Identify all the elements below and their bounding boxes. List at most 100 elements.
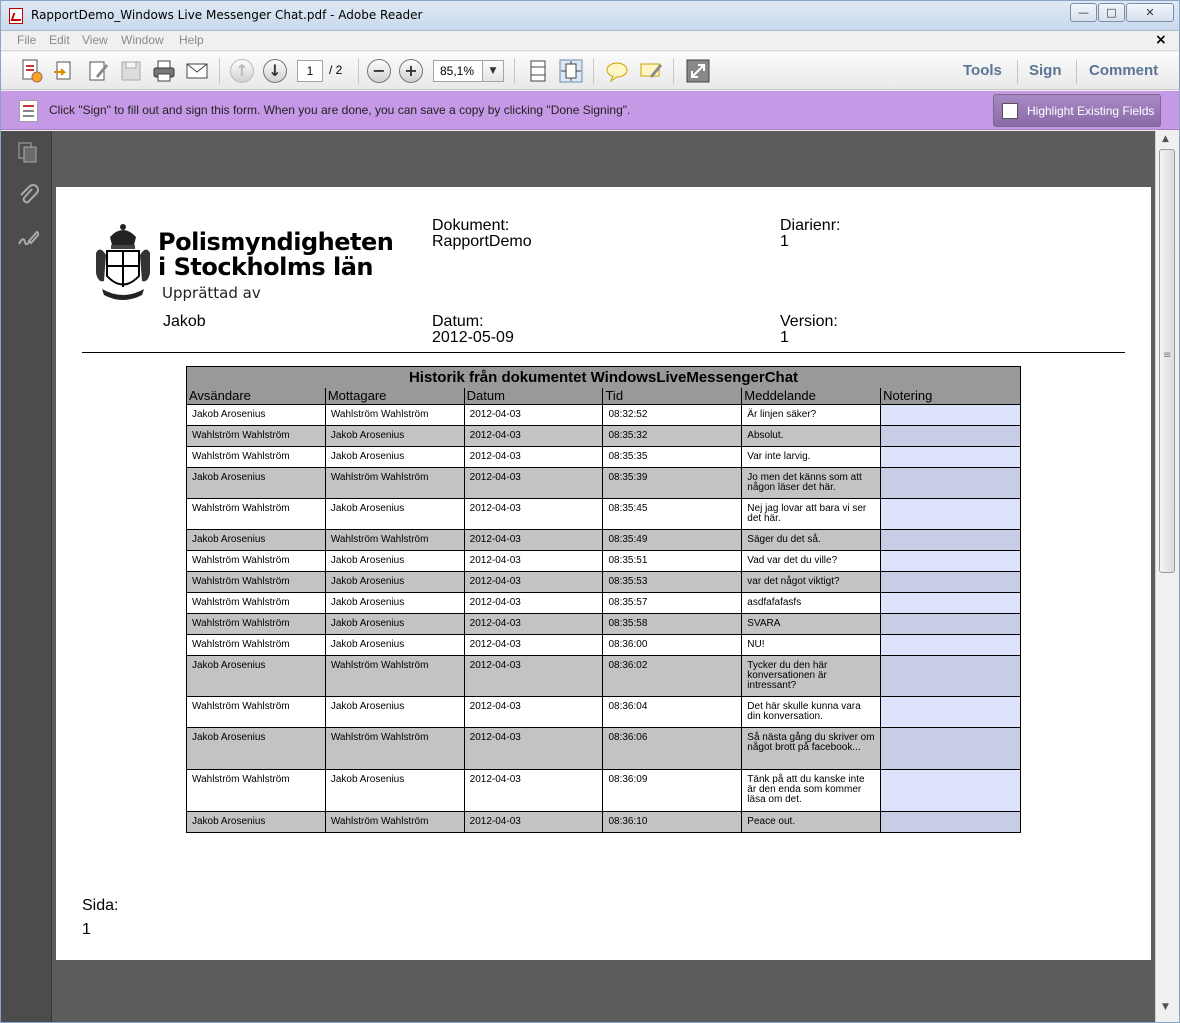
create-pdf-icon[interactable] (19, 58, 45, 84)
table-cell: Wahlström Wahlström (186, 498, 326, 530)
scroll-down-icon[interactable]: ▼ (1162, 1002, 1169, 1012)
table-cell: 08:35:49 (602, 529, 743, 551)
tools-tab[interactable]: Tools (963, 62, 1002, 79)
menu-view[interactable]: View (82, 33, 108, 47)
comment-tab[interactable]: Comment (1089, 62, 1158, 79)
note-field[interactable] (880, 425, 1021, 447)
signatures-icon[interactable] (17, 227, 39, 249)
note-field[interactable] (880, 467, 1021, 499)
table-cell: 2012-04-03 (463, 613, 604, 635)
note-field[interactable] (880, 529, 1021, 551)
table-cell: 2012-04-03 (463, 425, 604, 447)
zoom-level-input[interactable]: 85,1% (433, 60, 483, 82)
note-field[interactable] (880, 811, 1021, 833)
page-number-input[interactable]: 1 (297, 60, 323, 82)
table-cell: NU! (741, 634, 882, 656)
close-document-icon[interactable]: × (1155, 32, 1167, 48)
table-cell: Wahlström Wahlström (186, 550, 326, 572)
note-field[interactable] (880, 727, 1021, 770)
diarienr-label: Diarienr: (780, 217, 841, 234)
print-icon[interactable] (151, 58, 177, 84)
save-icon[interactable] (118, 58, 144, 84)
highlight-text-icon[interactable] (638, 58, 664, 84)
scroll-thumb[interactable] (1159, 149, 1175, 573)
open-file-icon[interactable] (52, 58, 78, 84)
table-cell: 08:35:39 (602, 467, 743, 499)
email-icon[interactable] (184, 58, 210, 84)
table-caption: Historik från dokumentet WindowsLiveMess… (186, 366, 1021, 388)
datum-value: 2012-05-09 (432, 329, 514, 346)
table-cell: Absolut. (741, 425, 882, 447)
diarienr-value: 1 (780, 233, 789, 250)
note-field[interactable] (880, 446, 1021, 468)
page-thumbnails-icon[interactable] (17, 141, 39, 163)
menu-help[interactable]: Help (179, 33, 204, 47)
scrolling-mode-icon[interactable] (525, 58, 551, 84)
table-cell: 08:36:06 (602, 727, 743, 770)
menu-edit[interactable]: Edit (49, 33, 70, 47)
table-cell: Wahlström Wahlström (324, 467, 465, 499)
table-cell: Jakob Arosenius (186, 467, 326, 499)
sign-tab[interactable]: Sign (1029, 62, 1062, 79)
full-screen-icon[interactable] (685, 58, 711, 84)
table-cell: 2012-04-03 (463, 571, 604, 593)
sticky-note-icon[interactable] (604, 58, 630, 84)
table-cell: Jakob Arosenius (324, 550, 465, 572)
note-field[interactable] (880, 613, 1021, 635)
form-icon (19, 100, 38, 122)
table-row: Wahlström Wahlström Jakob Arosenius 2012-0… (186, 425, 1021, 447)
table-row: Wahlström Wahlström Jakob Arosenius 2012-0… (186, 769, 1021, 812)
table-row: Wahlström Wahlström Jakob Arosenius 2012-0… (186, 696, 1021, 728)
close-window-button[interactable]: ✕ (1126, 3, 1174, 22)
table-cell: Nej jag lovar att bara vi ser det här. (741, 498, 882, 530)
table-row: Jakob Arosenius Wahlström Wahlström 2012-0… (186, 467, 1021, 499)
zoom-dropdown-button[interactable]: ▼ (482, 60, 504, 82)
table-cell: Jakob Arosenius (186, 404, 326, 426)
menu-window[interactable]: Window (121, 33, 164, 47)
table-cell: 08:35:53 (602, 571, 743, 593)
note-field[interactable] (880, 550, 1021, 572)
edit-document-icon[interactable] (86, 58, 112, 84)
table-cell: Säger du det så. (741, 529, 882, 551)
table-cell: Jakob Arosenius (324, 696, 465, 728)
note-field[interactable] (880, 769, 1021, 812)
column-header: Tid (602, 387, 743, 405)
minimize-button[interactable]: — (1070, 3, 1097, 22)
menu-bar: File Edit View Window Help × (1, 31, 1179, 51)
maximize-button[interactable]: □ (1098, 3, 1125, 22)
table-cell: Jakob Arosenius (324, 425, 465, 447)
note-field[interactable] (880, 592, 1021, 614)
note-field[interactable] (880, 696, 1021, 728)
table-cell: 2012-04-03 (463, 727, 604, 770)
note-field[interactable] (880, 404, 1021, 426)
toolbar-separator (673, 58, 674, 84)
table-cell: Wahlström Wahlström (186, 446, 326, 468)
attachments-icon[interactable] (17, 183, 39, 205)
note-field[interactable] (880, 498, 1021, 530)
zoom-out-button[interactable]: − (367, 59, 391, 83)
scroll-up-icon[interactable]: ▲ (1162, 134, 1169, 144)
previous-page-button[interactable]: ↑ (230, 59, 254, 83)
note-field[interactable] (880, 655, 1021, 697)
table-cell: asdfafafasfs (741, 592, 882, 614)
note-field[interactable] (880, 571, 1021, 593)
table-cell: 2012-04-03 (463, 446, 604, 468)
fit-page-icon[interactable] (558, 58, 584, 84)
zoom-in-button[interactable]: + (399, 59, 423, 83)
highlight-fields-button[interactable]: Highlight Existing Fields (993, 94, 1161, 127)
menu-file[interactable]: File (17, 33, 36, 47)
table-cell: Jakob Arosenius (324, 571, 465, 593)
note-field[interactable] (880, 634, 1021, 656)
dokument-value: RapportDemo (432, 233, 532, 250)
version-value: 1 (780, 329, 789, 346)
table-cell: Jo men det känns som att någon läser det… (741, 467, 882, 499)
table-row: Jakob Arosenius Wahlström Wahlström 2012-0… (186, 529, 1021, 551)
vertical-scrollbar[interactable]: ▲ ▼ (1155, 131, 1179, 1022)
toolbar-separator (1076, 60, 1077, 84)
table-row: Wahlström Wahlström Jakob Arosenius 2012-0… (186, 550, 1021, 572)
table-cell: 2012-04-03 (463, 498, 604, 530)
next-page-button[interactable]: ↓ (263, 59, 287, 83)
table-cell: Wahlström Wahlström (324, 811, 465, 833)
table-row: Wahlström Wahlström Jakob Arosenius 2012-0… (186, 634, 1021, 656)
table-row: Jakob Arosenius Wahlström Wahlström 2012-0… (186, 727, 1021, 770)
